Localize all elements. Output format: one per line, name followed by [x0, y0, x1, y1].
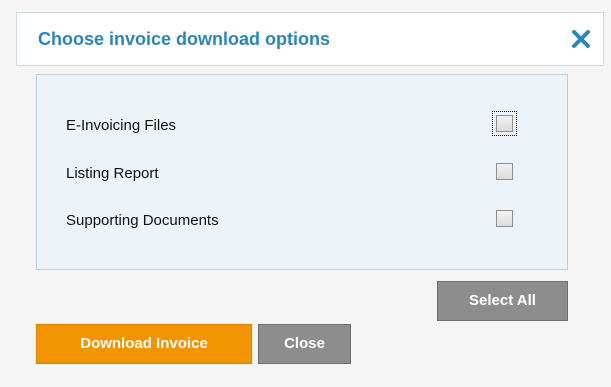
dialog-header: Choose invoice download options — [16, 12, 604, 66]
download-options-dialog: Choose invoice download options E-Invoic… — [0, 0, 611, 387]
options-panel: E-Invoicing Files Listing Report Support… — [36, 74, 568, 270]
option-label: E-Invoicing Files — [66, 117, 177, 134]
supporting-documents-checkbox[interactable] — [496, 210, 513, 227]
e-invoicing-files-checkbox[interactable] — [492, 111, 517, 136]
close-x-icon[interactable] — [571, 27, 591, 51]
option-supporting-documents: Supporting Documents — [66, 210, 536, 232]
download-invoice-button[interactable]: Download Invoice — [36, 324, 252, 364]
option-label: Supporting Documents — [66, 212, 219, 229]
listing-report-checkbox[interactable] — [496, 163, 513, 180]
select-all-button[interactable]: Select All — [437, 281, 568, 321]
close-button[interactable]: Close — [258, 324, 351, 364]
dialog-title: Choose invoice download options — [38, 29, 331, 49]
option-e-invoicing-files: E-Invoicing Files — [66, 111, 536, 137]
option-listing-report: Listing Report — [66, 163, 536, 185]
option-label: Listing Report — [66, 165, 159, 182]
